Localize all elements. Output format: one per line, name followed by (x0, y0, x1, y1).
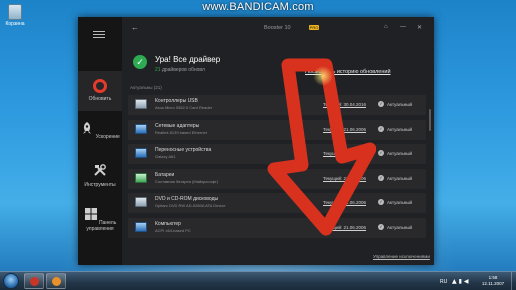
driver-name: Батареи (155, 171, 175, 178)
status-subtitle: 21 драйверов обновл (155, 67, 205, 73)
sidebar-item-boost[interactable]: Ускорение (78, 117, 122, 153)
scrollbar[interactable] (429, 109, 431, 131)
driver-device: Optiarc DVD RW AD-5280A ATA Device (155, 203, 226, 208)
tools-icon (94, 164, 106, 176)
back-arrow-icon[interactable]: ← (131, 23, 139, 32)
status-subtitle-text: драйверов обновл (161, 67, 205, 73)
bandicam-icon (29, 277, 39, 286)
taskbar-app-recorder[interactable] (24, 273, 44, 289)
sidebar: Обновить Ускорение Инструменты Панель уп… (78, 17, 122, 265)
booster-icon (51, 277, 61, 286)
driver-name: Компьютер (155, 220, 181, 227)
check-icon: ✓ (378, 223, 384, 230)
mouse-cursor-highlight (313, 66, 333, 86)
driver-name: Переносные устройства (155, 147, 212, 153)
minimize-button[interactable]: — (400, 24, 406, 30)
driver-status: Актуальный (387, 102, 413, 107)
check-icon: ✓ (378, 174, 384, 181)
app-title: Booster 10 (264, 25, 291, 31)
driver-device: Asus Micro 0582.0 Card Reader (155, 105, 213, 110)
driver-status: Актуальный (387, 151, 413, 156)
sidebar-item-label: Ускорение (95, 134, 120, 140)
start-button[interactable] (3, 273, 19, 289)
driver-device: Составная батарея (Майкрософт) (155, 178, 219, 184)
driver-status: Актуальный (387, 175, 413, 181)
driver-device: ACPI x64-based PC (155, 227, 191, 233)
phone-icon (135, 148, 147, 158)
driver-name: DVD и CD-ROM дисководы (155, 196, 219, 202)
language-indicator[interactable]: RU (440, 279, 447, 285)
sidebar-item-label: Панель управления (86, 220, 117, 232)
sidebar-item-control-panel[interactable]: Панель управления (78, 203, 122, 239)
battery-icon (135, 172, 147, 183)
home-icon[interactable]: ⌂ (384, 24, 388, 30)
recorder-watermark: www.BANDICAM.com (202, 1, 314, 13)
driver-count: 21 (155, 67, 161, 73)
usb-icon (135, 99, 147, 109)
manage-exclusions-link[interactable]: Управление исключениями (373, 254, 430, 259)
close-button[interactable]: ✕ (417, 24, 422, 31)
section-label: Актуальны (21) (130, 85, 162, 90)
success-check-icon: ✓ (133, 55, 147, 69)
driver-status: Актуальный (387, 224, 413, 230)
driver-device: Galaxy A61 (155, 154, 176, 159)
status-title: Ура! Все драйвер (155, 55, 221, 64)
sidebar-item-label: Обновить (88, 96, 112, 102)
computer-icon (135, 221, 147, 232)
driver-status: Актуальный (387, 200, 413, 205)
windows-icon (84, 208, 97, 220)
recycle-bin-label: Корзина (5, 21, 25, 27)
clock-date: 12.11.2007 (481, 281, 505, 286)
sidebar-item-label: Инструменты (84, 182, 116, 188)
taskbar: RU ▲▮◀ 1:58 12.11.2007 (0, 271, 516, 290)
check-icon: ✓ (378, 199, 384, 205)
driver-device: Realtek 8139 based Ethernet (155, 129, 207, 135)
check-icon: ✓ (378, 101, 384, 107)
rocket-icon (83, 122, 92, 134)
titlebar: ← Booster 10 PRO ⌂ — ✕ (122, 17, 434, 33)
pro-badge: PRO (309, 25, 319, 30)
show-desktop-button[interactable] (511, 272, 516, 290)
taskbar-app-booster[interactable] (46, 273, 66, 289)
driver-booster-window: Обновить Ускорение Инструменты Панель уп… (78, 17, 434, 265)
check-icon: ✓ (378, 150, 384, 156)
disc-icon (135, 197, 147, 207)
sidebar-item-tools[interactable]: Инструменты (78, 159, 122, 195)
clock[interactable]: 1:58 12.11.2007 (478, 275, 508, 287)
network-icon (135, 123, 147, 134)
driver-status: Актуальный (387, 126, 413, 132)
tray-icons[interactable]: ▲▮◀ (452, 278, 471, 285)
driver-name: Контроллеры USB (155, 98, 198, 104)
refresh-icon (93, 79, 107, 93)
menu-icon[interactable] (93, 31, 105, 40)
sidebar-item-update[interactable]: Обновить (78, 71, 122, 111)
driver-name: Сетевые адаптеры (155, 122, 200, 129)
check-icon: ✓ (378, 125, 384, 132)
